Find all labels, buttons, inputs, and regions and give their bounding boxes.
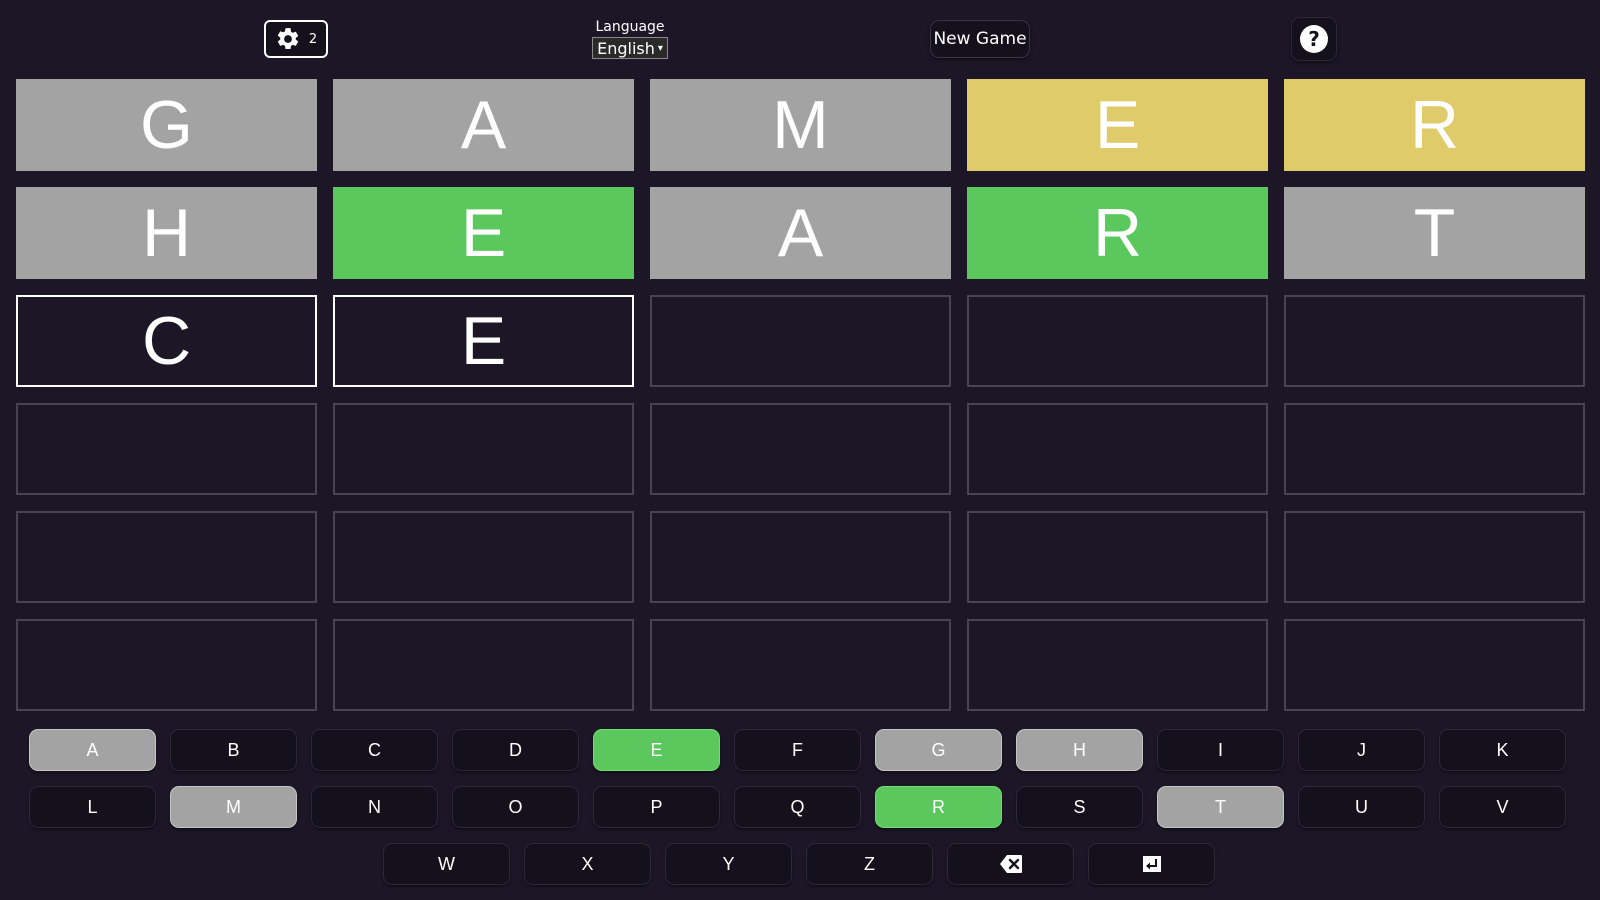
- key-k[interactable]: K: [1440, 730, 1565, 770]
- language-picker: Language English ▾: [590, 19, 670, 59]
- chevron-down-icon: ▾: [657, 42, 663, 54]
- board-tile: R: [1284, 79, 1585, 171]
- enter-key[interactable]: [1089, 844, 1214, 884]
- key-f[interactable]: F: [735, 730, 860, 770]
- game-board: GAMERHEARTCE: [16, 79, 1585, 711]
- board-tile: [967, 619, 1268, 711]
- key-b[interactable]: B: [171, 730, 296, 770]
- board-tile: E: [333, 295, 634, 387]
- board-tile: R: [967, 187, 1268, 279]
- board-tile: A: [333, 79, 634, 171]
- board-tile: [16, 619, 317, 711]
- settings-button[interactable]: 2: [264, 20, 328, 58]
- board-tile: [1284, 511, 1585, 603]
- key-i[interactable]: I: [1158, 730, 1283, 770]
- board-tile: [967, 511, 1268, 603]
- key-s[interactable]: S: [1017, 787, 1142, 827]
- key-h[interactable]: H: [1017, 730, 1142, 770]
- key-y[interactable]: Y: [666, 844, 791, 884]
- enter-icon: [1142, 856, 1161, 872]
- gear-icon: [277, 28, 298, 49]
- board-tile: G: [16, 79, 317, 171]
- keyboard-row-2: LMNOPQRSTUV: [30, 787, 1565, 827]
- board-tile: E: [967, 79, 1268, 171]
- key-r[interactable]: R: [876, 787, 1001, 827]
- board-tile: [967, 295, 1268, 387]
- board-tile: [333, 403, 634, 495]
- key-x[interactable]: X: [525, 844, 650, 884]
- key-n[interactable]: N: [312, 787, 437, 827]
- key-z[interactable]: Z: [807, 844, 932, 884]
- key-q[interactable]: Q: [735, 787, 860, 827]
- backspace-key[interactable]: [948, 844, 1073, 884]
- board-tile: A: [650, 187, 951, 279]
- board-tile: T: [1284, 187, 1585, 279]
- key-t[interactable]: T: [1158, 787, 1283, 827]
- board-tile: [650, 511, 951, 603]
- language-select[interactable]: English ▾: [592, 37, 668, 59]
- board-tile: [967, 403, 1268, 495]
- help-button[interactable]: ?: [1292, 18, 1336, 60]
- key-w[interactable]: W: [384, 844, 509, 884]
- language-label: Language: [595, 19, 665, 35]
- key-e[interactable]: E: [594, 730, 719, 770]
- game-screen: 2 Language English ▾ New Game ? GAMERHEA…: [0, 0, 1600, 900]
- board-tile: [333, 511, 634, 603]
- board-tile: [1284, 295, 1585, 387]
- board-tile: [650, 619, 951, 711]
- key-u[interactable]: U: [1299, 787, 1424, 827]
- board-tile: [650, 295, 951, 387]
- keyboard-row-1: ABCDEFGHIJK: [30, 730, 1565, 770]
- key-p[interactable]: P: [594, 787, 719, 827]
- key-v[interactable]: V: [1440, 787, 1565, 827]
- board-tile: [333, 619, 634, 711]
- key-o[interactable]: O: [453, 787, 578, 827]
- question-circle-icon: ?: [1300, 25, 1328, 53]
- key-c[interactable]: C: [312, 730, 437, 770]
- board-tile: C: [16, 295, 317, 387]
- board-tile: M: [650, 79, 951, 171]
- keyboard-row-3: WXYZ: [384, 844, 1214, 884]
- key-l[interactable]: L: [30, 787, 155, 827]
- board-tile: [1284, 403, 1585, 495]
- board-tile: [1284, 619, 1585, 711]
- board-tile: E: [333, 187, 634, 279]
- key-m[interactable]: M: [171, 787, 296, 827]
- language-value: English: [597, 38, 655, 58]
- new-game-button[interactable]: New Game: [931, 21, 1029, 57]
- board-tile: [16, 511, 317, 603]
- key-g[interactable]: G: [876, 730, 1001, 770]
- board-tile: [16, 403, 317, 495]
- key-a[interactable]: A: [30, 730, 155, 770]
- backspace-icon: [999, 855, 1022, 873]
- board-tile: H: [16, 187, 317, 279]
- key-j[interactable]: J: [1299, 730, 1424, 770]
- settings-count: 2: [308, 31, 318, 47]
- key-d[interactable]: D: [453, 730, 578, 770]
- board-tile: [650, 403, 951, 495]
